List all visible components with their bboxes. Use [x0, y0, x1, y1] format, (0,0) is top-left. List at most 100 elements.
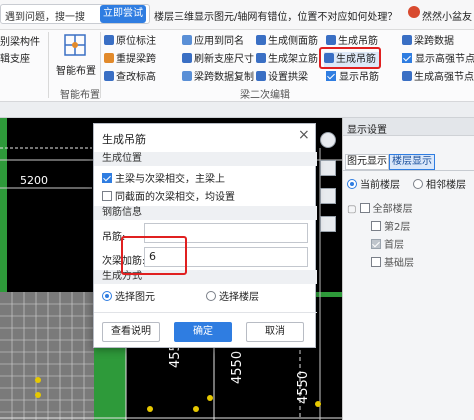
- smart-layout-group-label: 智能布置: [60, 90, 100, 101]
- top-hint-bar: 遇到问题，搜一搜 立即尝试 楼层三维显示图元/轴网有错位，位置不对应如何处理？ …: [0, 0, 474, 30]
- ribbon-toolbar: 别梁构件 辑支座 智能布置 智能布置 原位标注 应用到同名 生成侧面筋 生成吊筋…: [0, 30, 474, 102]
- span-data-label: 梁跨数据: [414, 36, 454, 47]
- gen-side-rebar-label: 生成侧面筋: [268, 36, 318, 47]
- opt-same-section-checkbox[interactable]: [102, 191, 112, 201]
- try-now-button[interactable]: 立即尝试: [100, 5, 146, 23]
- set-arch-beam-button[interactable]: 设置拱梁: [256, 70, 308, 85]
- copy-icon: [182, 71, 192, 81]
- hanging-rebar-label: 吊筋:: [102, 232, 126, 243]
- tab-floor-display[interactable]: 楼层显示: [389, 154, 435, 170]
- extra-stirrup-label: 次梁加筋:: [102, 256, 146, 267]
- panel-title: 显示设置: [347, 125, 387, 136]
- ok-button[interactable]: 确定: [174, 322, 232, 342]
- view-tools: [318, 132, 338, 252]
- dimension-label: 4550: [230, 350, 245, 384]
- cancel-button[interactable]: 取消: [246, 322, 304, 342]
- gen-hanging-rebar-button-top[interactable]: 生成吊筋: [326, 34, 378, 49]
- gen-side-rebar-button[interactable]: 生成侧面筋: [256, 34, 318, 49]
- opt-main-secondary-checkbox[interactable]: [102, 173, 112, 183]
- radio-adjacent-floor-dot[interactable]: [413, 179, 423, 189]
- apply-same-name-button[interactable]: 应用到同名: [182, 34, 244, 49]
- span-data-button[interactable]: 梁跨数据: [402, 34, 454, 49]
- banner-question-link[interactable]: 楼层三维显示图元/轴网有错位，位置不对应如何处理？: [154, 8, 397, 23]
- opt-same-section[interactable]: 同截面的次梁相交，均设置: [102, 188, 235, 203]
- side-rebar-icon: [256, 35, 266, 45]
- show-hanging-rebar-button[interactable]: 显示吊筋: [326, 70, 379, 85]
- section-method-header: 生成方式: [94, 270, 317, 284]
- zoom-icon[interactable]: [320, 188, 336, 204]
- section-position-header: 生成位置: [94, 152, 317, 166]
- edit-support-button[interactable]: 辑支座: [0, 52, 30, 67]
- user-name[interactable]: 然然小盆友: [422, 8, 472, 23]
- show-hanging-rebar-label: 显示吊筋: [339, 72, 379, 83]
- span-data-icon: [402, 35, 412, 45]
- dialog-title: 生成吊筋: [102, 133, 146, 146]
- gen-hanging-rebar-button[interactable]: 生成吊筋: [324, 52, 379, 67]
- copy-span-data-button[interactable]: 梁跨数据复制: [182, 70, 254, 85]
- radio-adjacent-floor-label: 相邻楼层: [426, 180, 466, 191]
- smart-layout-label: 智能布置: [56, 66, 96, 77]
- refresh-icon: [182, 53, 192, 63]
- tree-all-floors-label: 全部楼层: [372, 204, 413, 215]
- gen-erection-rebar-label: 生成架立筋: [268, 54, 318, 65]
- tab-element-display[interactable]: 图元显示: [345, 154, 389, 170]
- copy-span-data-label: 梁跨数据复制: [194, 72, 254, 83]
- layer-icon[interactable]: [320, 216, 336, 232]
- show-hanging-rebar-checkbox[interactable]: [326, 71, 336, 81]
- grid-layout-icon: [64, 34, 86, 56]
- node-icon: [402, 71, 412, 81]
- in-place-annotation-button[interactable]: 原位标注: [104, 34, 156, 49]
- rotate-icon[interactable]: [320, 160, 336, 176]
- gen-high-strength-node-button[interactable]: 生成高强节点: [402, 70, 474, 85]
- re-extract-span-label: 重提梁跨: [116, 54, 156, 65]
- hanging-rebar-input[interactable]: [144, 223, 308, 243]
- help-button[interactable]: 查看说明: [102, 322, 160, 342]
- sub-toolbar: [0, 102, 474, 118]
- gen-erection-rebar-button[interactable]: 生成架立筋: [256, 52, 318, 67]
- ribbon-divider: [48, 32, 49, 98]
- radio-select-element-label: 选择图元: [115, 292, 155, 303]
- show-high-strength-node-checkbox[interactable]: [402, 53, 412, 63]
- radio-select-element[interactable]: 选择图元: [102, 288, 155, 303]
- opt-main-secondary[interactable]: 主梁与次梁相交，主梁上: [102, 170, 225, 185]
- radio-select-floor-dot[interactable]: [206, 291, 216, 301]
- opt-main-secondary-label: 主梁与次梁相交，主梁上: [115, 174, 225, 185]
- ribbon-divider: [100, 32, 101, 98]
- radio-current-floor[interactable]: 当前楼层: [347, 176, 400, 191]
- generate-hanging-rebar-dialog: 生成吊筋 × 生成位置 主梁与次梁相交，主梁上 同截面的次梁相交，均设置 钢筋信…: [93, 123, 317, 348]
- in-place-annotation-label: 原位标注: [116, 36, 156, 47]
- tree-base-floor-checkbox[interactable]: [371, 257, 381, 267]
- tree-first-floor[interactable]: 首层: [371, 236, 404, 251]
- tree-floor-2[interactable]: 第2层: [371, 218, 410, 233]
- tree-first-floor-checkbox[interactable]: [371, 239, 381, 249]
- extra-stirrup-input[interactable]: 6: [144, 247, 308, 267]
- beam-secondary-edit-group-label: 梁二次编辑: [240, 90, 290, 101]
- annotation-icon: [104, 35, 114, 45]
- avatar[interactable]: [408, 6, 420, 18]
- close-icon[interactable]: ×: [298, 127, 310, 143]
- re-extract-span-button[interactable]: 重提梁跨: [104, 52, 156, 67]
- hanging-rebar-icon: [324, 53, 334, 63]
- elevation-icon: [104, 71, 114, 81]
- radio-select-element-dot[interactable]: [102, 291, 112, 301]
- collapse-icon[interactable]: ▢: [347, 204, 356, 215]
- tree-all-floors[interactable]: ▢ 全部楼层: [347, 200, 413, 215]
- display-settings-panel: 显示设置 图元显示 楼层显示 当前楼层 相邻楼层 ▢ 全部楼层 第2层 首层 基…: [342, 118, 474, 420]
- section-rebar-header: 钢筋信息: [94, 206, 317, 220]
- show-high-strength-node-button[interactable]: 显示高强节点: [402, 52, 474, 67]
- radio-select-floor[interactable]: 选择楼层: [206, 288, 259, 303]
- smart-layout-button[interactable]: 智能布置: [56, 32, 96, 80]
- view-cube-icon[interactable]: [320, 132, 336, 148]
- tree-floor-2-checkbox[interactable]: [371, 221, 381, 231]
- tree-all-floors-checkbox[interactable]: [359, 203, 370, 213]
- search-placeholder: 遇到问题，搜一搜: [5, 12, 85, 23]
- radio-adjacent-floor[interactable]: 相邻楼层: [413, 176, 466, 191]
- check-elevation-button[interactable]: 查改标高: [104, 70, 156, 85]
- radio-current-floor-dot[interactable]: [347, 179, 357, 189]
- tree-base-floor[interactable]: 基础层: [371, 254, 414, 269]
- refresh-span-icon: [104, 53, 114, 63]
- apply-same-name-label: 应用到同名: [194, 36, 244, 47]
- identify-beam-component-button[interactable]: 别梁构件: [0, 35, 40, 50]
- refresh-support-size-button[interactable]: 刷新支座尺寸: [182, 52, 254, 67]
- panel-header: 显示设置: [343, 118, 474, 136]
